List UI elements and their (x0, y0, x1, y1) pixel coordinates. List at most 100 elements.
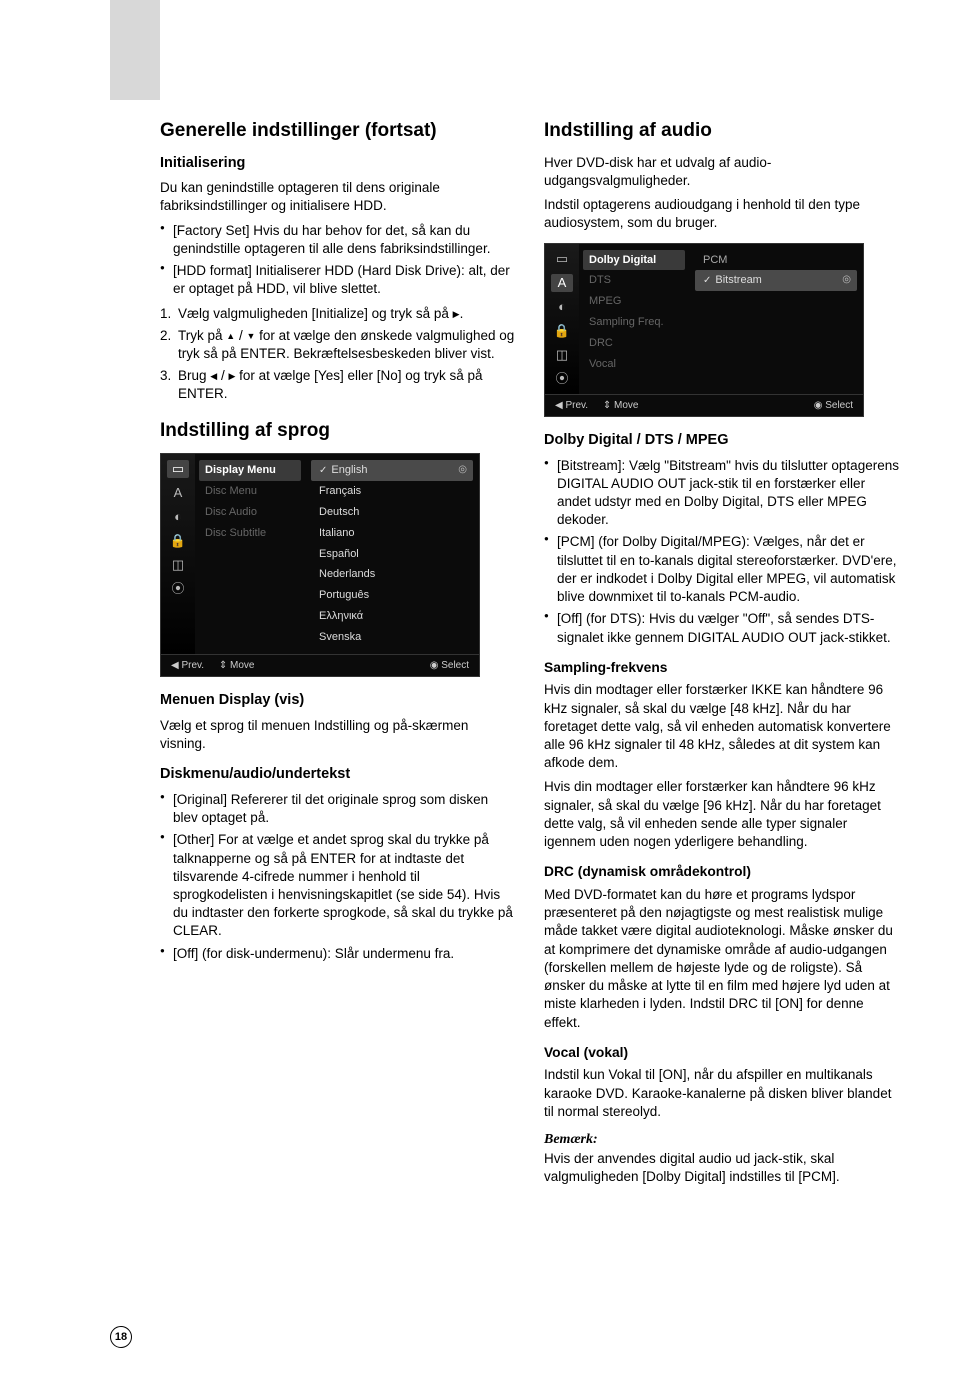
step-2: 2.Tryk på / for at vælge den ønskede val… (160, 327, 516, 363)
menu-option: Italiano (311, 523, 473, 544)
menu-body: ▭ A ◐ 🔒 ◫ ⦿ Dolby Digital DTS MPEG Sampl… (545, 244, 863, 394)
page-margin-bar (110, 0, 160, 100)
left-column: Generelle indstillinger (fortsat) Initia… (160, 118, 516, 1192)
step-1: 1.Vælg valgmuligheden [Initialize] og tr… (160, 305, 516, 323)
init-bullet-1: [Factory Set] Hvis du har behov for det,… (160, 222, 516, 258)
menu-option: Ελληνικά (311, 606, 473, 627)
speaker-icon: ◐ (167, 508, 189, 526)
menu-row: Dolby Digital (583, 250, 685, 271)
heading-sampling: Sampling-frekvens (544, 659, 900, 678)
menu-option: Svenska (311, 627, 473, 648)
step-3: 3.Brug / for at vælge [Yes] eller [No] o… (160, 367, 516, 403)
menu-footer: ◀ Prev. ⇕ Move ◉ Select (545, 394, 863, 417)
language-menu-screenshot: ▭ A ◐ 🔒 ◫ ⦿ Display Menu Disc Menu Disc … (160, 453, 480, 677)
menu-option: English (311, 460, 473, 481)
diskmenu-bullets: [Original] Refererer til det originale s… (160, 791, 516, 963)
lock-icon: 🔒 (167, 532, 189, 550)
menu-options: English Français Deutsch Italiano Españo… (305, 454, 479, 654)
menu-row: Disc Menu (199, 481, 301, 502)
audio-p2: Indstil optagerens audioudgang i henhold… (544, 196, 900, 232)
menu-option: Português (311, 585, 473, 606)
heading-display: Menuen Display (vis) (160, 691, 516, 711)
menu-row: MPEG (583, 291, 685, 312)
heading-language: Indstilling af sprog (160, 418, 516, 444)
menu-icons: ▭ A ◐ 🔒 ◫ ⦿ (161, 454, 195, 654)
init-steps: 1.Vælg valgmuligheden [Initialize] og tr… (160, 305, 516, 404)
step-2-pre: Tryk på (178, 328, 226, 343)
disc-icon: ◫ (551, 346, 573, 364)
note-text: Hvis der anvendes digital audio ud jack-… (544, 1150, 900, 1186)
init-intro: Du kan genindstille optageren til dens o… (160, 179, 516, 215)
heading-diskmenu: Diskmenu/audio/undertekst (160, 765, 516, 785)
sampling-p2: Hvis din modtager eller forstærker kan h… (544, 778, 900, 851)
right-arrow-icon (453, 306, 460, 321)
step-3-mid: / (217, 368, 228, 383)
letter-a-icon: A (551, 274, 573, 292)
menu-row: Sampling Freq. (583, 312, 685, 333)
monitor-icon: ▭ (167, 460, 189, 478)
diskmenu-bullet-1: [Original] Refererer til det originale s… (160, 791, 516, 827)
footer-prev: ◀ Prev. (171, 660, 204, 671)
menu-option: Nederlands (311, 564, 473, 585)
menu-icons: ▭ A ◐ 🔒 ◫ ⦿ (545, 244, 579, 394)
footer-move: ⇕ Move (603, 400, 639, 411)
menu-row: DRC (583, 333, 685, 354)
footer-select: ◉ Select (814, 399, 853, 413)
speaker-icon: ◐ (551, 298, 573, 316)
heading-audio: Indstilling af audio (544, 118, 900, 144)
page-content: Generelle indstillinger (fortsat) Initia… (160, 118, 900, 1192)
dolby-bullet-3: [Off] (for DTS): Hvis du vælger "Off", s… (544, 610, 900, 646)
display-text: Vælg et sprog til menuen Indstilling og … (160, 717, 516, 753)
menu-footer: ◀ Prev. ⇕ Move ◉ Select (161, 654, 479, 677)
vocal-text: Indstil kun Vokal til [ON], når du afspi… (544, 1066, 900, 1121)
step-2-mid: / (235, 328, 246, 343)
heading-init: Initialisering (160, 154, 516, 174)
menu-label: PCM (695, 250, 857, 271)
up-arrow-icon (226, 328, 235, 343)
diskmenu-bullet-3: [Off] (for disk-undermenu): Slår underme… (160, 945, 516, 963)
heading-drc: DRC (dynamisk områdekontrol) (544, 863, 900, 882)
audio-p1: Hver DVD-disk har et udvalg af audio-udg… (544, 154, 900, 190)
menu-row: Display Menu (199, 460, 301, 481)
dolby-bullet-1: [Bitstream]: Vælg "Bitstream" hvis du ti… (544, 457, 900, 530)
footer-left: ◀ Prev. ⇕ Move (555, 399, 650, 413)
menu-row: Vocal (583, 354, 685, 375)
heading-dolby: Dolby Digital / DTS / MPEG (544, 431, 900, 451)
heading-general: Generelle indstillinger (fortsat) (160, 118, 516, 144)
menu-middle: Display Menu Disc Menu Disc Audio Disc S… (195, 454, 305, 654)
right-column: Indstilling af audio Hver DVD-disk har e… (544, 118, 900, 1192)
menu-row: Disc Audio (199, 502, 301, 523)
menu-option: Français (311, 481, 473, 502)
footer-prev: ◀ Prev. (555, 400, 588, 411)
footer-select: ◉ Select (430, 659, 469, 673)
letter-a-icon: A (167, 484, 189, 502)
heading-vocal: Vocal (vokal) (544, 1044, 900, 1063)
sampling-p1: Hvis din modtager eller forstærker IKKE … (544, 681, 900, 772)
drc-text: Med DVD-formatet kan du høre et programs… (544, 886, 900, 1032)
menu-row: Disc Subtitle (199, 523, 301, 544)
init-bullet-2: [HDD format] Initialiserer HDD (Hard Dis… (160, 262, 516, 298)
disc-icon: ◫ (167, 556, 189, 574)
step-3-pre: Brug (178, 368, 210, 383)
lock-icon: 🔒 (551, 322, 573, 340)
diskmenu-bullet-2: [Other] For at vælge et andet sprog skal… (160, 831, 516, 940)
menu-options: PCM Bitstream (689, 244, 863, 394)
menu-option: Español (311, 544, 473, 565)
menu-middle: Dolby Digital DTS MPEG Sampling Freq. DR… (579, 244, 689, 394)
menu-row: DTS (583, 270, 685, 291)
monitor-icon: ▭ (551, 250, 573, 268)
footer-move: ⇕ Move (219, 660, 255, 671)
note-label: Bemærk: (544, 1131, 900, 1150)
network-icon: ⦿ (551, 370, 573, 388)
menu-body: ▭ A ◐ 🔒 ◫ ⦿ Display Menu Disc Menu Disc … (161, 454, 479, 654)
page-number: 18 (110, 1326, 132, 1348)
dolby-bullets: [Bitstream]: Vælg "Bitstream" hvis du ti… (544, 457, 900, 647)
menu-option: Bitstream (695, 270, 857, 291)
footer-left: ◀ Prev. ⇕ Move (171, 659, 266, 673)
init-bullets: [Factory Set] Hvis du har behov for det,… (160, 222, 516, 299)
step-1-text: Vælg valgmuligheden [Initialize] og tryk… (178, 306, 453, 321)
network-icon: ⦿ (167, 580, 189, 598)
dolby-bullet-2: [PCM] (for Dolby Digital/MPEG): Vælges, … (544, 533, 900, 606)
menu-option: Deutsch (311, 502, 473, 523)
audio-menu-screenshot: ▭ A ◐ 🔒 ◫ ⦿ Dolby Digital DTS MPEG Sampl… (544, 243, 864, 418)
